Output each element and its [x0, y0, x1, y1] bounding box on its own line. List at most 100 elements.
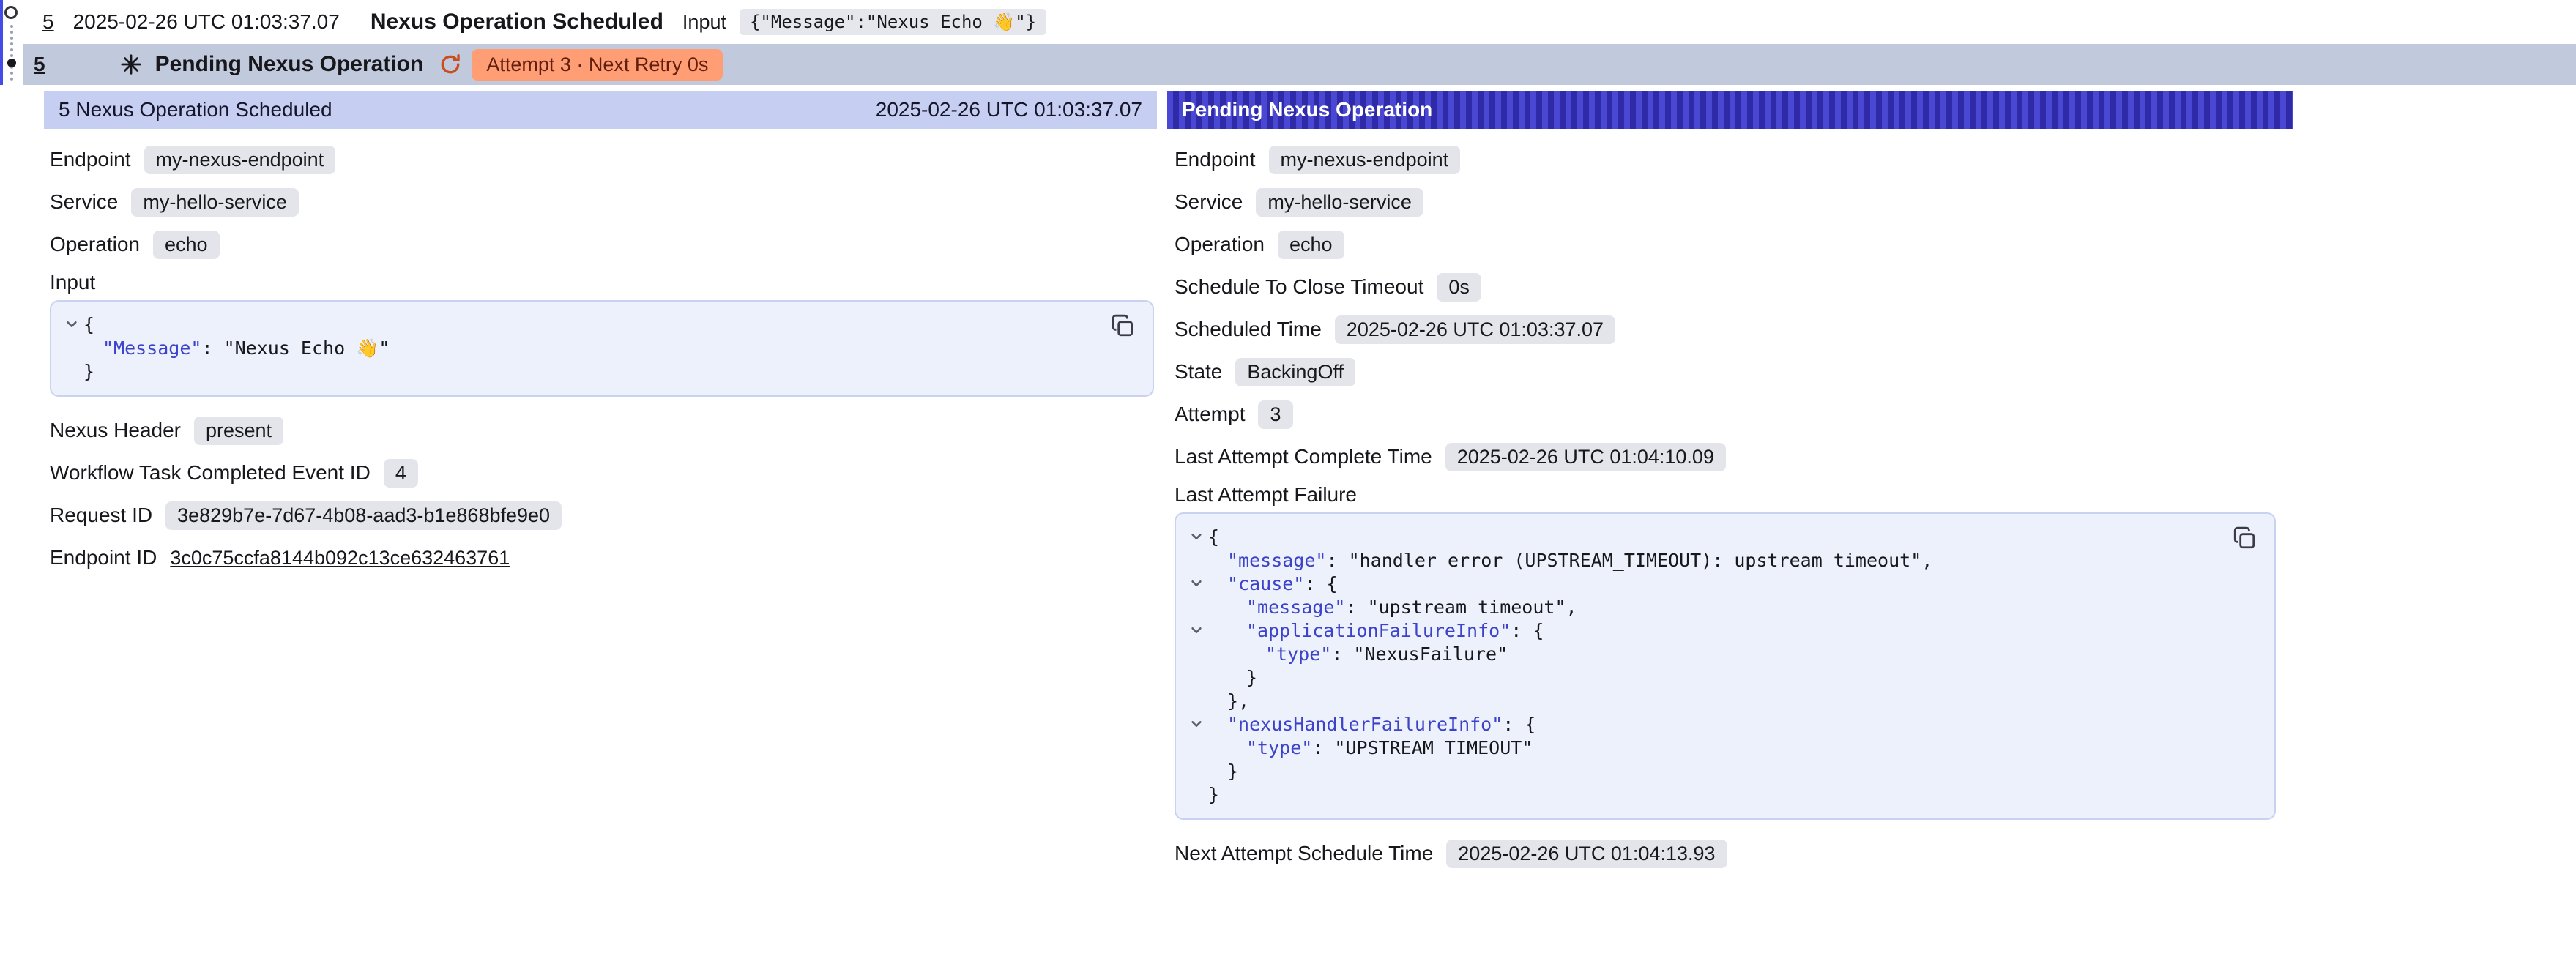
field-label: Next Attempt Schedule Time [1175, 842, 1433, 865]
pending-operation-panel: Pending Nexus Operation Endpointmy-nexus… [1167, 91, 2293, 880]
collapse-chevron-icon[interactable] [1185, 713, 1208, 736]
field-row-nexus-header: Nexus Header present [50, 414, 1154, 447]
field-value-chip: BackingOff [1235, 358, 1355, 386]
code-text: "type": "NexusFailure" [1208, 643, 1508, 666]
collapse-chevron-icon[interactable] [60, 313, 83, 337]
event-input-label: Input [682, 11, 726, 34]
field-label: Service [50, 190, 118, 214]
failure-code-block: {"message": "handler error (UPSTREAM_TIM… [1175, 512, 2276, 820]
pending-fields: Endpointmy-nexus-endpoint Service my-hello… [1175, 143, 2276, 473]
field-label: Service [1175, 190, 1243, 214]
field-label: Operation [50, 233, 140, 256]
code-line: "type": "UPSTREAM_TIMEOUT" [1185, 736, 2210, 760]
code-text: } [83, 360, 94, 384]
code-line: "applicationFailureInfo": { [1185, 619, 2210, 643]
code-text: "message": "handler error (UPSTREAM_TIME… [1208, 549, 1932, 572]
code-text: "cause": { [1208, 572, 1338, 596]
code-gutter [1185, 596, 1208, 619]
field-row-endpoint: Endpointmy-nexus-endpoint [1175, 143, 2276, 176]
code-line: "nexusHandlerFailureInfo": { [1185, 713, 2210, 736]
code-text: } [1208, 760, 1238, 783]
field-value-chip: echo [1278, 231, 1344, 259]
field-value-chip: my-hello-service [1256, 188, 1423, 217]
field-value-link[interactable]: 3c0c75ccfa8144b092c13ce632463761 [170, 547, 510, 570]
collapse-chevron-icon[interactable] [1185, 526, 1208, 549]
field-row-request-id: Request ID3e829b7e-7d67-4b08-aad3-b1e868… [50, 499, 1154, 531]
event-id-link[interactable]: 5 [42, 10, 54, 34]
code-text: "nexusHandlerFailureInfo": { [1208, 713, 1535, 736]
pending-asterisk-icon [120, 53, 142, 75]
scheduled-panel-title: 5 Nexus Operation Scheduled [59, 98, 332, 122]
field-label: Last Attempt Complete Time [1175, 445, 1432, 468]
code-gutter [1185, 736, 1208, 760]
code-line: }, [1185, 690, 2210, 713]
code-line: "message": "handler error (UPSTREAM_TIME… [1185, 549, 2210, 572]
scheduled-event-panel: 5 Nexus Operation Scheduled 2025-02-26 U… [44, 91, 1157, 584]
field-row-workflow-task-completed-event-id: Workflow Task Completed Event ID4 [50, 457, 1154, 489]
copy-icon[interactable] [2232, 526, 2258, 552]
code-line: { [1185, 526, 2210, 549]
field-label: Request ID [50, 504, 152, 527]
pending-event-id-link[interactable]: 5 [34, 53, 45, 76]
code-text: "applicationFailureInfo": { [1208, 619, 1544, 643]
timeline-connector-dotted-line [10, 25, 13, 81]
code-line: } [60, 360, 1088, 384]
code-text: } [1208, 783, 1219, 807]
code-text: } [1208, 666, 1257, 690]
code-gutter [1185, 549, 1208, 572]
event-timestamp: 2025-02-26 UTC 01:03:37.07 [73, 10, 340, 34]
field-row-endpoint-id: Endpoint ID3c0c75ccfa8144b092c13ce632463… [50, 542, 1154, 574]
field-label: Endpoint [50, 148, 131, 171]
code-text: "type": "UPSTREAM_TIMEOUT" [1208, 736, 1533, 760]
field-label: Attempt [1175, 403, 1245, 426]
field-row-operation: Operation echo [50, 228, 1154, 261]
code-line: "cause": { [1185, 572, 2210, 596]
field-label: State [1175, 360, 1222, 384]
code-text: "Message": "Nexus Echo 👋" [83, 337, 390, 360]
pending-panel-header: Pending Nexus Operation [1167, 91, 2293, 129]
code-gutter [1185, 760, 1208, 783]
scheduled-panel-timestamp: 2025-02-26 UTC 01:03:37.07 [876, 98, 1142, 122]
selected-event-accent-line [0, 0, 3, 85]
field-row-service: Servicemy-hello-service [50, 186, 1154, 218]
field-value: 2025-02-26 UTC 01:04:13.93 [1446, 840, 1727, 868]
attempt-retry-badge: Attempt 3 · Next Retry 0s [472, 49, 723, 81]
field-row-last-attempt-complete-time: Last Attempt Complete Time2025-02-26 UTC… [1175, 441, 2276, 473]
code-gutter [1185, 690, 1208, 713]
temporal-event-history-view: 5 2025-02-26 UTC 01:03:37.07 Nexus Opera… [0, 0, 2576, 956]
field-row-service: Service my-hello-service [1175, 186, 2276, 218]
field-row-next-attempt-schedule-time: Next Attempt Schedule Time 2025-02-26 UT… [1175, 837, 2276, 870]
event-title: Nexus Operation Scheduled [371, 10, 663, 34]
code-gutter [1185, 783, 1208, 807]
collapse-chevron-icon[interactable] [1185, 572, 1208, 596]
field-value-chip: 2025-02-26 UTC 01:03:37.07 [1335, 315, 1615, 344]
code-line: "Message": "Nexus Echo 👋" [60, 337, 1088, 360]
event-detail-panels: 5 Nexus Operation Scheduled 2025-02-26 U… [0, 85, 2576, 880]
pending-panel-body: Endpointmy-nexus-endpoint Service my-hello… [1167, 129, 2293, 870]
code-gutter [1185, 666, 1208, 690]
code-line: { [60, 313, 1088, 337]
copy-icon[interactable] [1110, 313, 1136, 340]
field-value-chip: echo [153, 231, 220, 259]
collapse-chevron-icon[interactable] [1185, 619, 1208, 643]
field-value-chip: my-nexus-endpoint [1269, 146, 1461, 174]
field-row-attempt: Attempt3 [1175, 398, 2276, 430]
field-label: Workflow Task Completed Event ID [50, 461, 371, 485]
code-line: "message": "upstream timeout", [1185, 596, 2210, 619]
field-label: Scheduled Time [1175, 318, 1322, 341]
code-gutter [1185, 643, 1208, 666]
field-label: Operation [1175, 233, 1265, 256]
failure-section-label: Last Attempt Failure [1175, 483, 2276, 507]
input-section-label: Input [50, 271, 1154, 294]
code-line: "type": "NexusFailure" [1185, 643, 2210, 666]
field-label: Nexus Header [50, 419, 181, 442]
field-row-schedule-to-close-timeout: Schedule To Close Timeout0s [1175, 271, 2276, 303]
pending-panel-title: Pending Nexus Operation [1182, 98, 1432, 122]
event-input-preview: {"Message":"Nexus Echo 👋"} [740, 9, 1046, 35]
field-row-state: State BackingOff [1175, 356, 2276, 388]
history-row-pending-nexus-operation[interactable]: 5 Pending Nexus Operation Attempt 3 · Ne… [23, 44, 2576, 85]
field-value-chip: present [194, 417, 283, 445]
history-row-nexus-operation-scheduled[interactable]: 5 2025-02-26 UTC 01:03:37.07 Nexus Opera… [0, 0, 2576, 44]
field-value-chip: my-nexus-endpoint [144, 146, 336, 174]
pending-event-title: Pending Nexus Operation [155, 52, 424, 77]
